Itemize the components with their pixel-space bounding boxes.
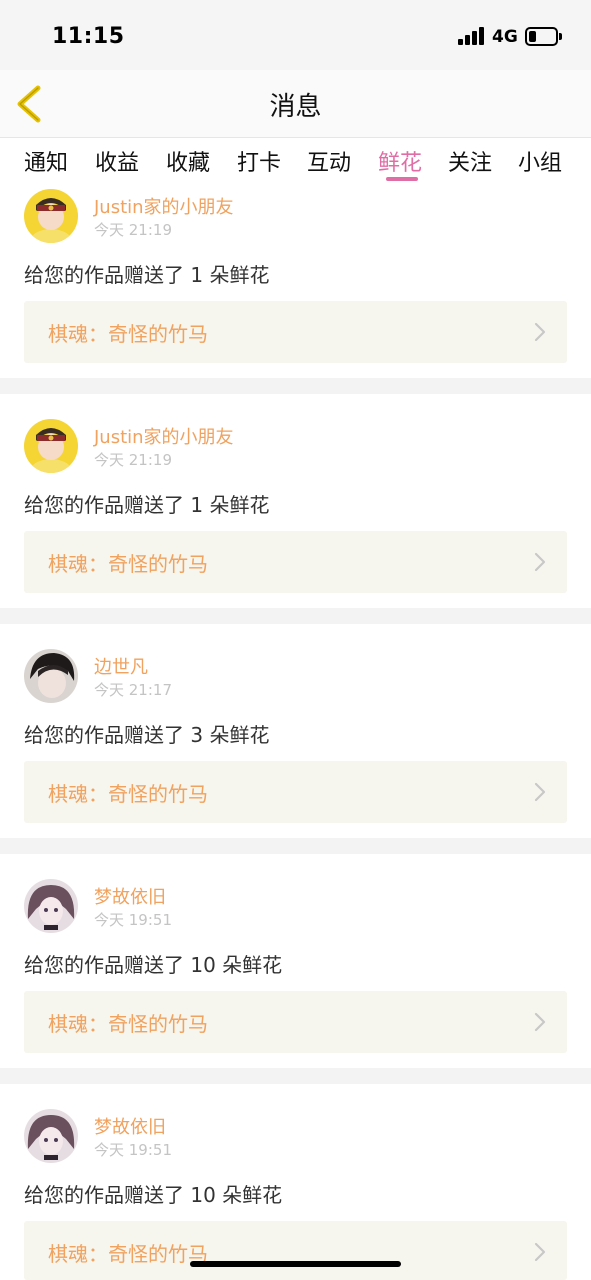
tab-groups[interactable]: 小组 xyxy=(518,145,562,177)
home-indicator[interactable] xyxy=(190,1261,401,1267)
divider xyxy=(0,1068,591,1084)
chevron-right-icon xyxy=(534,322,546,342)
nav-bar: 消息 xyxy=(0,70,591,138)
message-text: 给您的作品赠送了 1 朵鲜花 xyxy=(24,263,270,287)
message-text: 给您的作品赠送了 10 朵鲜花 xyxy=(24,1183,283,1207)
active-tab-indicator xyxy=(386,177,418,181)
work-link[interactable]: 棋魂：奇怪的竹马 xyxy=(24,531,567,593)
user-name[interactable]: 边世凡 xyxy=(94,653,148,679)
chevron-right-icon xyxy=(534,1012,546,1032)
message-time: 今天 19:51 xyxy=(94,911,172,929)
message-card: 边世凡 今天 21:17 给您的作品赠送了 3 朵鲜花 棋魂：奇怪的竹马 xyxy=(0,645,591,859)
tab-notifications[interactable]: 通知 xyxy=(24,145,68,177)
message-text: 给您的作品赠送了 10 朵鲜花 xyxy=(24,953,283,977)
status-time: 11:15 xyxy=(52,24,125,49)
work-title: 棋魂：奇怪的竹马 xyxy=(48,322,208,346)
page-title: 消息 xyxy=(269,92,322,122)
network-type: 4G xyxy=(492,27,518,47)
message-card: Justin家的小朋友 今天 21:19 给您的作品赠送了 1 朵鲜花 棋魂：奇… xyxy=(0,415,591,629)
tab-bar: 通知 收益 收藏 打卡 互动 鲜花 关注 小组 xyxy=(0,139,591,185)
message-text: 给您的作品赠送了 3 朵鲜花 xyxy=(24,723,270,747)
tab-interaction[interactable]: 互动 xyxy=(307,145,351,177)
work-link[interactable]: 棋魂：奇怪的竹马 xyxy=(24,301,567,363)
avatar[interactable] xyxy=(24,189,78,243)
message-card: 梦故依旧 今天 19:51 给您的作品赠送了 10 朵鲜花 棋魂：奇怪的竹马 xyxy=(0,875,591,1089)
message-time: 今天 19:51 xyxy=(94,1141,172,1159)
tab-flowers[interactable]: 鲜花 xyxy=(378,145,422,177)
message-text: 给您的作品赠送了 1 朵鲜花 xyxy=(24,493,270,517)
signal-icon xyxy=(458,27,486,45)
tab-checkin[interactable]: 打卡 xyxy=(237,145,281,177)
work-title: 棋魂：奇怪的竹马 xyxy=(48,782,208,806)
message-time: 今天 21:19 xyxy=(94,221,172,239)
status-bar: 11:15 4G xyxy=(0,0,591,70)
avatar[interactable] xyxy=(24,1109,78,1163)
battery-cap xyxy=(559,33,562,40)
message-card: Justin家的小朋友 今天 21:19 给您的作品赠送了 1 朵鲜花 棋魂：奇… xyxy=(0,185,591,399)
work-link[interactable]: 棋魂：奇怪的竹马 xyxy=(24,991,567,1053)
chevron-right-icon xyxy=(534,1242,546,1262)
work-title: 棋魂：奇怪的竹马 xyxy=(48,552,208,576)
tab-favorites[interactable]: 收藏 xyxy=(166,145,210,177)
work-title: 棋魂：奇怪的竹马 xyxy=(48,1012,208,1036)
battery-icon xyxy=(525,27,558,46)
message-time: 今天 21:19 xyxy=(94,451,172,469)
message-card: 梦故依旧 今天 19:51 给您的作品赠送了 10 朵鲜花 棋魂：奇怪的竹马 xyxy=(0,1105,591,1280)
avatar[interactable] xyxy=(24,879,78,933)
work-title: 棋魂：奇怪的竹马 xyxy=(48,1242,208,1266)
avatar[interactable] xyxy=(24,649,78,703)
chevron-right-icon xyxy=(534,782,546,802)
tab-earnings[interactable]: 收益 xyxy=(95,145,139,177)
work-link[interactable]: 棋魂：奇怪的竹马 xyxy=(24,1221,567,1280)
avatar[interactable] xyxy=(24,419,78,473)
divider xyxy=(0,608,591,624)
user-name[interactable]: Justin家的小朋友 xyxy=(94,193,234,219)
user-name[interactable]: Justin家的小朋友 xyxy=(94,423,234,449)
work-link[interactable]: 棋魂：奇怪的竹马 xyxy=(24,761,567,823)
divider xyxy=(0,378,591,394)
tab-following[interactable]: 关注 xyxy=(448,145,492,177)
chevron-right-icon xyxy=(534,552,546,572)
user-name[interactable]: 梦故依旧 xyxy=(94,883,166,909)
divider xyxy=(0,838,591,854)
message-time: 今天 21:17 xyxy=(94,681,172,699)
user-name[interactable]: 梦故依旧 xyxy=(94,1113,166,1139)
